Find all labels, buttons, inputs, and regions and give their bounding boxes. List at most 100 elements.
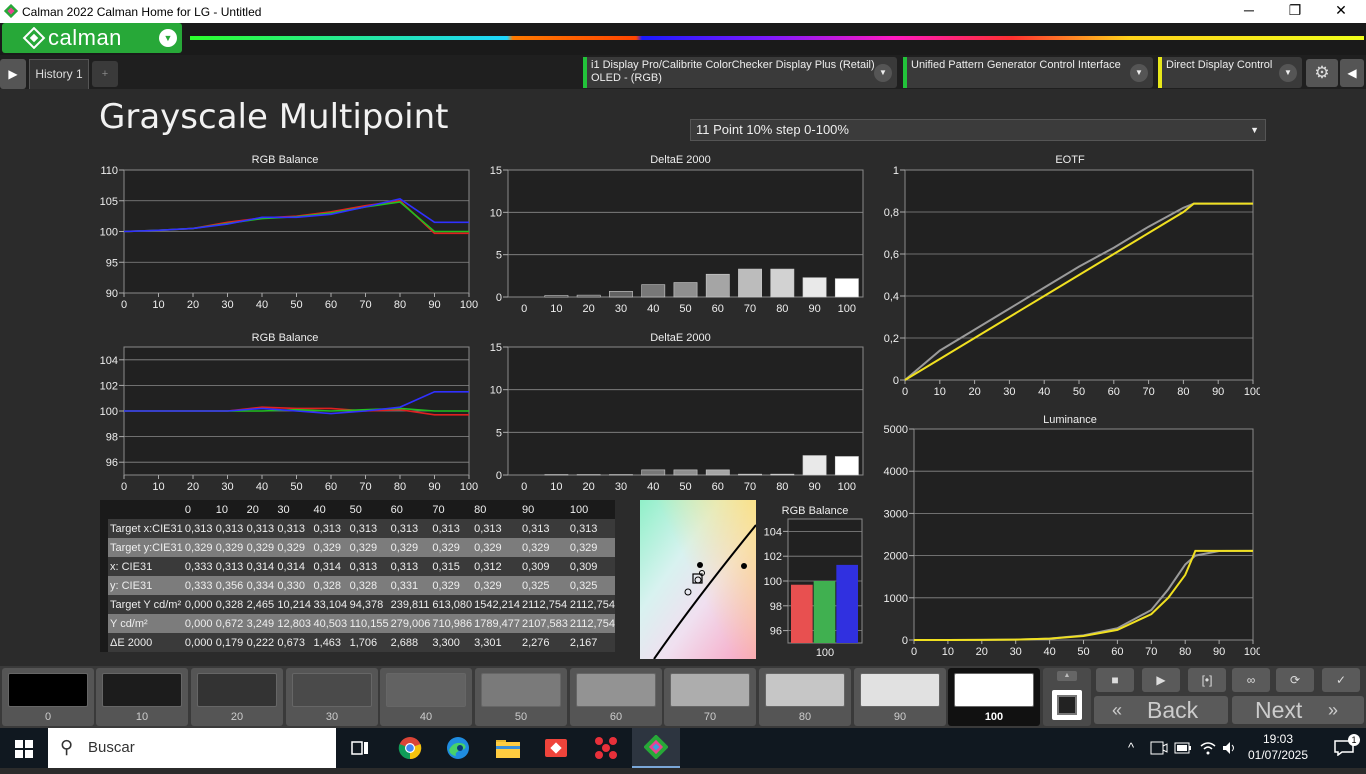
- tab-history-1[interactable]: History 1: [29, 59, 89, 89]
- swatch-10[interactable]: 10: [96, 668, 188, 726]
- point-set-dropdown[interactable]: 11 Point 10% step 0-100% ▼: [690, 119, 1266, 141]
- settings-button[interactable]: ⚙: [1306, 59, 1338, 87]
- taskbar-search-box[interactable]: ⚲ Buscar: [48, 728, 336, 768]
- swatch-30[interactable]: 30: [286, 668, 378, 726]
- swatch-40[interactable]: 40: [380, 668, 472, 726]
- y-tick-label: 98: [106, 432, 118, 444]
- table-cell: 0,325: [520, 576, 568, 595]
- add-tab-button[interactable]: +: [92, 61, 118, 87]
- bar: [642, 470, 665, 475]
- swatch-90[interactable]: 90: [854, 668, 946, 726]
- rgb-balance-bar-chart: RGB Balance 9698100102104100: [760, 505, 870, 659]
- task-view-icon[interactable]: [336, 728, 384, 768]
- swatch-label: 100: [948, 711, 1040, 723]
- table-cell: 2107,583: [520, 614, 568, 633]
- table-cell: 0,329: [568, 538, 615, 557]
- y-tick-label: 10: [490, 207, 502, 219]
- x-tick-label: 50: [290, 299, 302, 311]
- swatch-70[interactable]: 70: [664, 668, 756, 726]
- read-series-button[interactable]: [•]: [1188, 668, 1226, 692]
- swatch-80[interactable]: 80: [759, 668, 851, 726]
- x-tick-label: 100: [1244, 386, 1260, 398]
- table-cell: 1,706: [348, 633, 389, 652]
- y-tick-label: 3000: [884, 508, 908, 520]
- stop-pattern-button[interactable]: [1052, 690, 1082, 720]
- app-dots-icon[interactable]: [582, 728, 630, 768]
- table-row: Y cd/m²0,0000,6723,24912,80340,503110,15…: [100, 614, 615, 633]
- table-cell: 279,006: [389, 614, 431, 633]
- swatch-0[interactable]: 0: [2, 668, 94, 726]
- swatch-60[interactable]: 60: [570, 668, 662, 726]
- battery-icon[interactable]: [1174, 728, 1192, 768]
- meter-device-select[interactable]: i1 Display Pro/Calibrite ColorChecker Di…: [583, 57, 897, 88]
- clock-time: 19:03: [1244, 731, 1312, 747]
- start-button[interactable]: [0, 728, 48, 768]
- expand-panel-button[interactable]: ▶: [0, 59, 26, 89]
- x-tick-label: 30: [1010, 646, 1022, 658]
- check-button[interactable]: ✓: [1322, 668, 1360, 692]
- close-button[interactable]: ✕: [1318, 0, 1364, 23]
- table-cell: 2112,754: [520, 595, 568, 614]
- play-button[interactable]: ▶: [1142, 668, 1180, 692]
- bar: [771, 269, 794, 297]
- x-tick-label: 0: [521, 303, 527, 314]
- swatch-label: 20: [191, 711, 283, 723]
- x-tick-label: 60: [712, 303, 724, 314]
- display-control-select[interactable]: Direct Display Control ▼: [1158, 57, 1302, 88]
- minimize-button[interactable]: ─: [1226, 0, 1272, 23]
- back-button[interactable]: « Back: [1094, 696, 1228, 724]
- collapse-panel-button[interactable]: ◀: [1340, 59, 1364, 87]
- swatch-20[interactable]: 20: [191, 668, 283, 726]
- taskbar-clock[interactable]: 19:03 01/07/2025: [1244, 731, 1312, 763]
- notifications-button[interactable]: 1: [1322, 728, 1366, 768]
- x-tick-label: 30: [221, 481, 233, 492]
- restore-button[interactable]: ❐: [1272, 0, 1318, 23]
- table-cell: 0,222: [245, 633, 276, 652]
- anydesk-icon[interactable]: [532, 728, 580, 768]
- volume-icon[interactable]: [1222, 728, 1238, 768]
- refresh-icon: ⟳: [1290, 673, 1300, 687]
- y-tick-label: 102: [764, 551, 782, 563]
- next-button[interactable]: Next »: [1232, 696, 1364, 724]
- meet-now-icon[interactable]: [1150, 728, 1168, 768]
- swatch-50[interactable]: 50: [475, 668, 567, 726]
- y-tick-label: 104: [764, 526, 782, 538]
- swatch-chip: [102, 673, 182, 707]
- table-header-cell: 0: [183, 500, 214, 519]
- y-tick-label: 0,4: [884, 291, 899, 303]
- row-label: ΔE 2000: [100, 633, 183, 652]
- chrome-icon[interactable]: [386, 728, 434, 768]
- table-cell: 0,329: [472, 538, 520, 557]
- chevron-down-icon: ▼: [1130, 64, 1148, 82]
- table-cell: 2,276: [520, 633, 568, 652]
- y-tick-label: 0: [496, 292, 502, 304]
- wifi-icon[interactable]: [1200, 728, 1216, 768]
- table-cell: 0,312: [472, 557, 520, 576]
- swatch-100[interactable]: 100: [948, 668, 1040, 726]
- table-header-cell: 10: [214, 500, 245, 519]
- status-indicator: [583, 57, 587, 88]
- swatch-label: 0: [2, 711, 94, 723]
- continuous-read-button[interactable]: ∞: [1232, 668, 1270, 692]
- bar: [803, 456, 826, 475]
- refresh-button[interactable]: ⟳: [1276, 668, 1314, 692]
- file-explorer-icon[interactable]: [484, 728, 532, 768]
- collapse-up-button[interactable]: ▲: [1057, 671, 1077, 681]
- plot-area: [914, 429, 1253, 640]
- edge-icon[interactable]: [434, 728, 482, 768]
- calman-taskbar-icon[interactable]: [632, 728, 680, 768]
- x-tick-label: 30: [221, 299, 233, 311]
- table-cell: 0,000: [183, 633, 214, 652]
- y-tick-label: 0,8: [884, 207, 899, 219]
- calman-menu-button[interactable]: calman ▼: [2, 23, 182, 53]
- stop-button[interactable]: ■: [1096, 668, 1134, 692]
- pattern-generator-select[interactable]: Unified Pattern Generator Control Interf…: [903, 57, 1153, 88]
- chevron-down-icon: ▼: [1250, 120, 1259, 140]
- chart-svg: 00,20,40,60,810102030405060708090100: [880, 154, 1260, 400]
- y-tick-label: 0,2: [884, 333, 899, 345]
- chevron-up-icon[interactable]: ^: [1128, 728, 1134, 768]
- table-header-cell: 50: [348, 500, 389, 519]
- table-cell: 10,214: [275, 595, 311, 614]
- swatch-chip: [292, 673, 372, 707]
- rainbow-stripe: [190, 36, 1364, 40]
